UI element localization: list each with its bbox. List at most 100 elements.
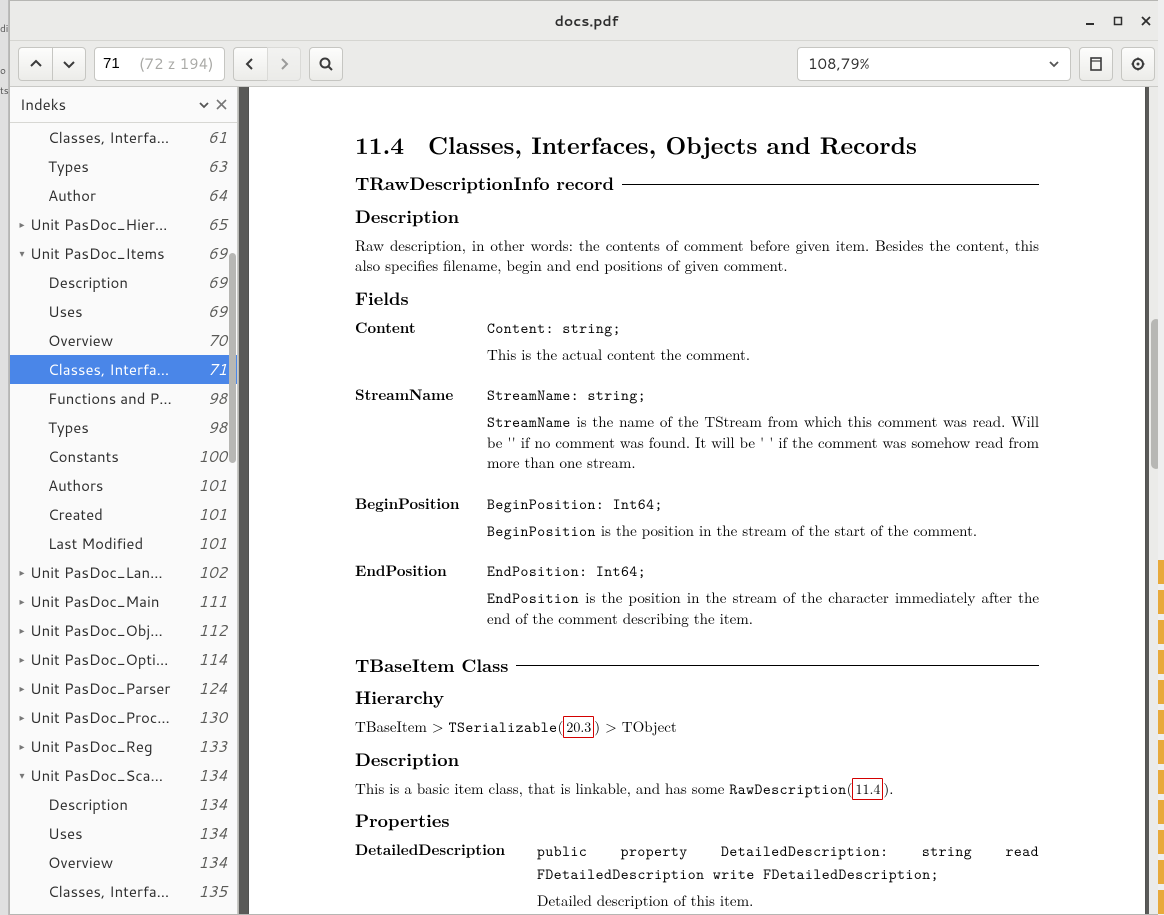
index-row[interactable]: Classes, Interfa…71: [10, 355, 237, 384]
index-label: Overview: [28, 330, 202, 351]
index-label: Classes, Interfa…: [28, 359, 202, 380]
index-page: 130: [192, 707, 227, 728]
index-page: 134: [192, 852, 227, 873]
index-label: Unit PasDoc_Sca…: [28, 765, 192, 786]
index-row[interactable]: Authors101: [10, 471, 237, 500]
field-name-streamname: StreamName: [355, 385, 473, 480]
index-row[interactable]: ▸Unit PasDoc_Reg133: [10, 732, 237, 761]
expand-arrow-icon: ▸: [16, 595, 28, 609]
index-page: 65: [202, 214, 227, 235]
index-tree[interactable]: Classes, Interfa…61Types63Author64▸Unit …: [10, 123, 237, 914]
index-row[interactable]: Description134: [10, 790, 237, 819]
next-page-button[interactable]: [52, 47, 86, 81]
index-page: 98: [202, 417, 227, 438]
index-row[interactable]: Uses69: [10, 297, 237, 326]
maximize-button[interactable]: [1105, 8, 1131, 34]
index-label: Unit PasDoc_Proc…: [28, 707, 192, 728]
index-row[interactable]: Functions and P…98: [10, 384, 237, 413]
zoom-combo[interactable]: 108,79%: [797, 47, 1071, 81]
link-ref[interactable]: 20.3: [563, 716, 594, 738]
index-label: Last Modified: [28, 533, 192, 554]
index-label: Classes, Interfa…: [28, 127, 202, 148]
expand-arrow-icon: ▸: [16, 740, 28, 754]
index-label: Overview: [28, 852, 192, 873]
index-row[interactable]: ▸Unit PasDoc_Hier…65: [10, 210, 237, 239]
index-page: 134: [192, 794, 227, 815]
index-label: Unit PasDoc_Obj…: [28, 620, 192, 641]
zoom-value: 108,79%: [808, 53, 870, 74]
prop-name-detaileddescription: DetailedDescription: [355, 840, 523, 914]
index-page: 98: [202, 388, 227, 409]
page-entry[interactable]: (72 z 194): [94, 47, 225, 81]
scrollbar-thumb[interactable]: [229, 253, 236, 463]
expand-arrow-icon: ▸: [16, 218, 28, 232]
index-row[interactable]: Classes, Interfa…135: [10, 877, 237, 906]
index-row[interactable]: Constants100: [10, 442, 237, 471]
window-title: docs.pdf: [555, 11, 619, 31]
expand-arrow-icon: ▸: [16, 624, 28, 638]
index-row[interactable]: Overview70: [10, 326, 237, 355]
sidebar-close-button[interactable]: [216, 99, 227, 110]
index-row[interactable]: Last Modified101: [10, 529, 237, 558]
index-page: 100: [192, 446, 227, 467]
index-row[interactable]: ▸Unit PasDoc_Obj…112: [10, 616, 237, 645]
close-button[interactable]: [1133, 8, 1159, 34]
index-label: Unit PasDoc_Parser: [28, 678, 192, 699]
expand-arrow-icon: ▸: [16, 711, 28, 725]
field-name-beginposition: BeginPosition: [355, 494, 473, 547]
field-name-endposition: EndPosition: [355, 561, 473, 635]
menu-button[interactable]: [1121, 47, 1155, 81]
index-page: 134: [192, 765, 227, 786]
titlebar: docs.pdf: [10, 1, 1163, 41]
record-title: TRawDescriptionInfo record: [355, 172, 614, 197]
link-ref[interactable]: 11.4: [852, 778, 883, 800]
document-viewer[interactable]: 11.4 Classes, Interfaces, Objects and Re…: [238, 87, 1163, 914]
index-label: Unit PasDoc_Items: [28, 243, 202, 264]
sidebar-menu-button[interactable]: [198, 99, 210, 111]
index-row[interactable]: ▾Unit PasDoc_Items69: [10, 239, 237, 268]
index-row[interactable]: Uses134: [10, 819, 237, 848]
index-row[interactable]: Types63: [10, 152, 237, 181]
index-row[interactable]: ▸Unit PasDoc_Parser124: [10, 674, 237, 703]
index-page: 69: [202, 243, 227, 264]
index-row[interactable]: ▸Unit PasDoc_Main111: [10, 587, 237, 616]
class-title: TBaseItem Class: [355, 654, 508, 679]
index-page: 64: [202, 185, 227, 206]
search-button[interactable]: [309, 47, 343, 81]
index-row[interactable]: ▸Unit PasDoc_Opti…114: [10, 645, 237, 674]
index-label: Unit PasDoc_Opti…: [28, 649, 192, 670]
expand-arrow-icon: ▾: [16, 247, 28, 261]
index-row[interactable]: Description69: [10, 268, 237, 297]
description-heading: Description: [355, 205, 1039, 230]
index-row[interactable]: Types98: [10, 413, 237, 442]
index-label: Unit PasDoc_Reg: [28, 736, 192, 757]
sidebar-header: Indeks: [10, 87, 237, 123]
prev-page-button[interactable]: [18, 47, 52, 81]
index-page: 133: [192, 736, 227, 757]
history-back-button[interactable]: [233, 47, 267, 81]
index-page: 102: [192, 562, 227, 583]
history-forward-button[interactable]: [267, 47, 301, 81]
index-row[interactable]: Created101: [10, 500, 237, 529]
index-row[interactable]: Author64: [10, 181, 237, 210]
index-row[interactable]: Overview134: [10, 848, 237, 877]
index-row[interactable]: ▾Unit PasDoc_Sca…134: [10, 761, 237, 790]
page-input[interactable]: [95, 48, 139, 80]
index-page: 69: [202, 301, 227, 322]
index-label: Uses: [28, 301, 202, 322]
index-row[interactable]: Classes, Interfa…61: [10, 123, 237, 152]
expand-arrow-icon: ▸: [16, 653, 28, 667]
page-count-hint: (72 z 194): [139, 53, 224, 74]
index-label: Uses: [28, 823, 192, 844]
index-row[interactable]: ▸Unit PasDoc_Lan…102: [10, 558, 237, 587]
index-label: Description: [28, 272, 202, 293]
properties-heading: Properties: [355, 809, 1039, 834]
hierarchy-heading: Hierarchy: [355, 686, 1039, 711]
index-label: Description: [28, 794, 192, 815]
index-row[interactable]: ▸Unit PasDoc_Proc…130: [10, 703, 237, 732]
index-page: 134: [192, 823, 227, 844]
index-page: 101: [192, 504, 227, 525]
view-mode-button[interactable]: [1079, 47, 1113, 81]
expand-arrow-icon: ▸: [16, 682, 28, 696]
minimize-button[interactable]: [1077, 8, 1103, 34]
